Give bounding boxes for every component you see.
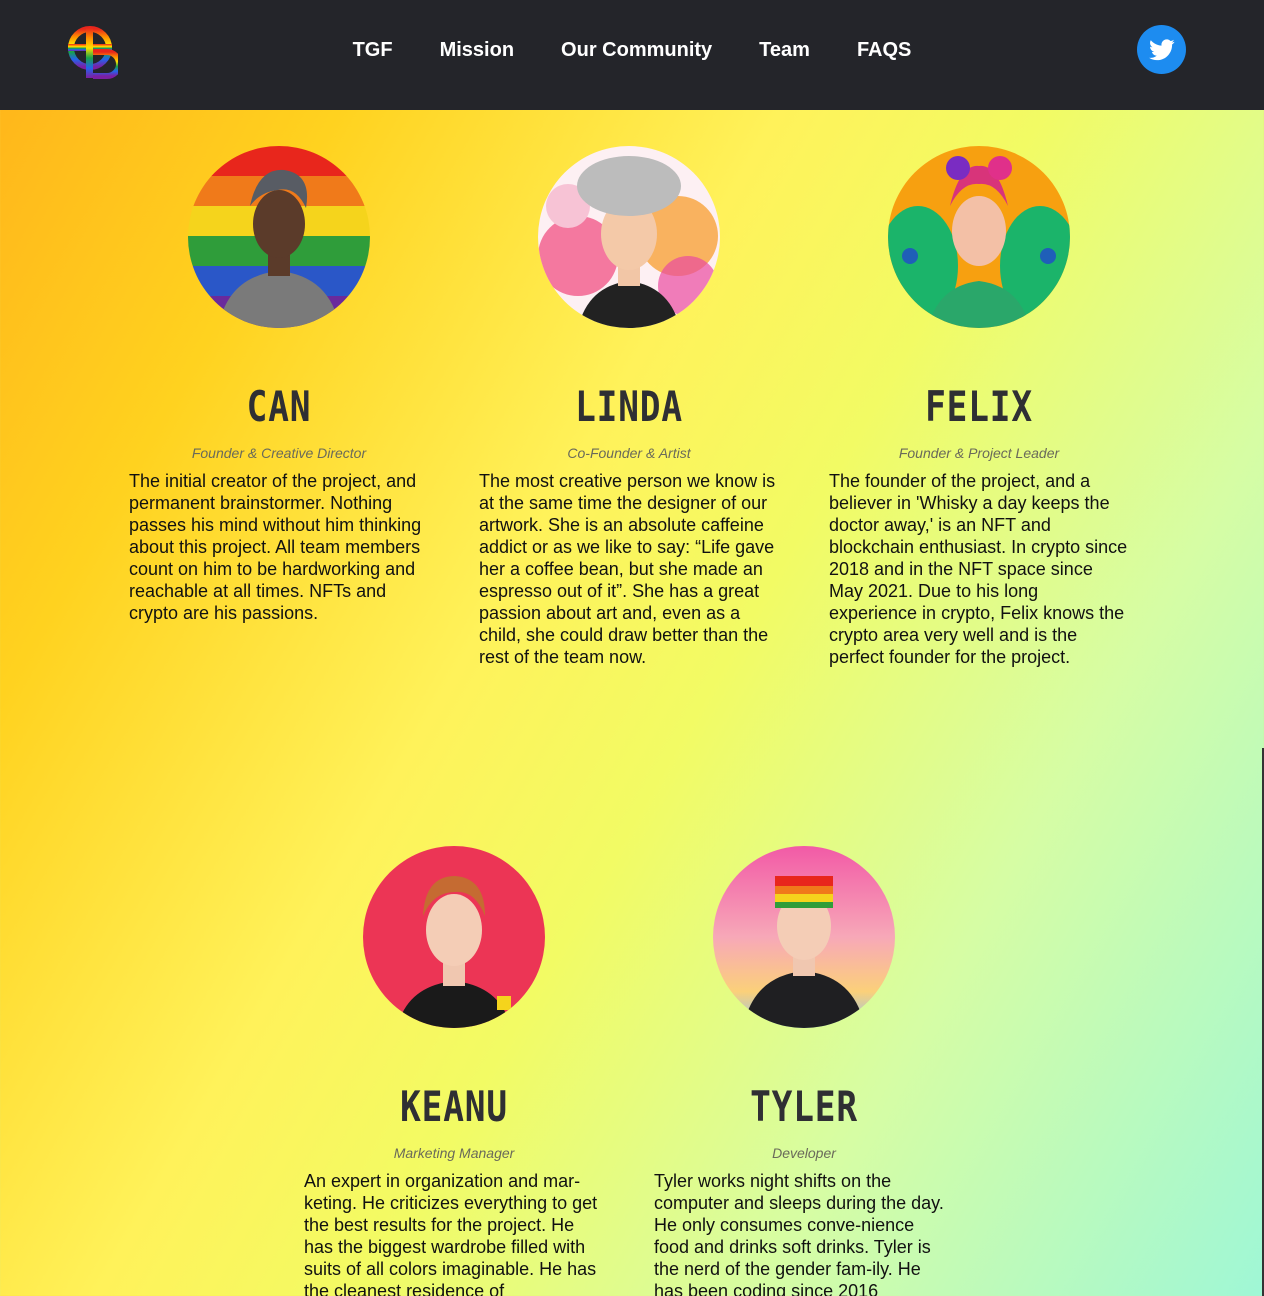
member-role: Founder & Creative Director <box>191 445 367 461</box>
linda-avatar <box>538 146 720 328</box>
member-bio: An expert in organization and mar-keting… <box>304 1171 598 1296</box>
member-name: FELIX <box>925 382 1033 431</box>
nav-link-faqs[interactable]: FAQS <box>857 36 911 66</box>
member-name: LINDA <box>575 382 683 431</box>
member-bio: The most creative person we know is at t… <box>479 471 776 667</box>
top-navigation-bar: TGF Mission Our Community Team FAQS <box>0 0 1264 110</box>
nav-link-mission[interactable]: Mission <box>440 36 514 66</box>
twitter-icon <box>1148 38 1175 60</box>
tyler-avatar <box>713 846 895 1028</box>
keanu-avatar <box>363 846 545 1028</box>
member-role: Co-Founder & Artist <box>567 445 691 461</box>
twitter-button[interactable] <box>1137 25 1186 74</box>
nav-link-our-community[interactable]: Our Community <box>561 36 712 66</box>
member-name: TYLER <box>750 1082 858 1131</box>
member-role: Marketing Manager <box>393 1145 515 1161</box>
member-role: Founder & Project Leader <box>898 445 1060 461</box>
member-bio: The initial creator of the project, and … <box>129 471 422 623</box>
can-avatar <box>188 146 370 328</box>
nav-link-team[interactable]: Team <box>759 36 810 66</box>
member-role: Developer <box>772 1145 836 1161</box>
member-bio: Tyler works night shifts on the computer… <box>654 1171 944 1296</box>
member-name: KEANU <box>400 1082 508 1131</box>
main-menu: TGF Mission Our Community Team FAQS <box>0 36 1264 66</box>
nav-link-tgf[interactable]: TGF <box>353 36 393 66</box>
member-bio: The founder of the project, and a believ… <box>829 471 1128 667</box>
felix-avatar <box>888 146 1070 328</box>
member-name: CAN <box>246 382 312 431</box>
